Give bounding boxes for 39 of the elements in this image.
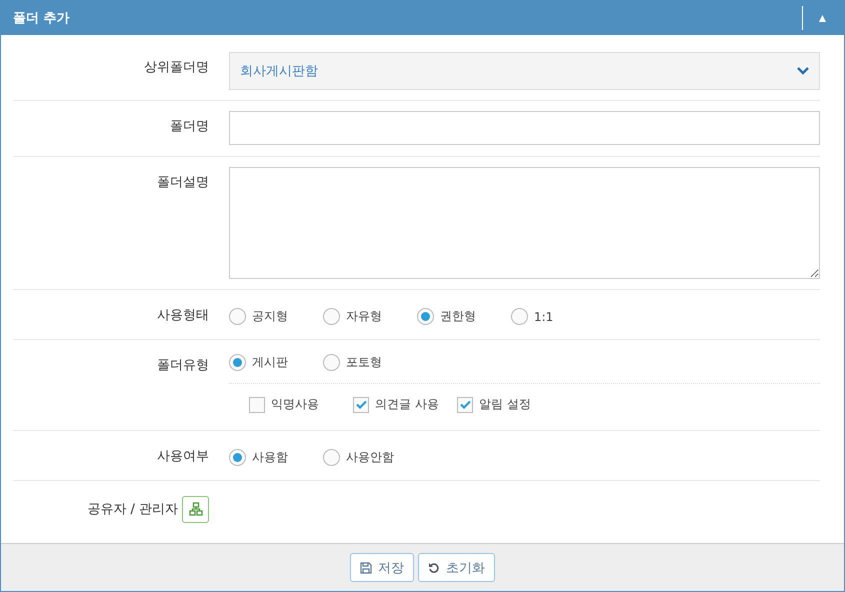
checkbox-option[interactable]: 알림 설정 bbox=[457, 396, 551, 413]
radio-option[interactable]: 게시판 bbox=[229, 354, 323, 371]
checkbox-option[interactable]: 의견글 사용 bbox=[353, 396, 447, 413]
field-label: 폴더설명 bbox=[156, 174, 209, 192]
radio-option[interactable]: 공지형 bbox=[229, 308, 323, 325]
checkbox-option[interactable]: 익명사용 bbox=[249, 396, 343, 413]
field-label: 폴더유형 bbox=[156, 357, 209, 375]
radio-option[interactable]: 포토형 bbox=[323, 354, 417, 371]
radio-button[interactable] bbox=[511, 308, 528, 325]
field-label: 사용여부 bbox=[156, 448, 209, 466]
field-label: 사용형태 bbox=[156, 307, 209, 325]
field-label: 공유자 / 관리자 bbox=[87, 501, 178, 518]
radio-option[interactable]: 사용함 bbox=[229, 449, 323, 466]
checkbox[interactable] bbox=[353, 396, 369, 412]
radio-option[interactable]: 자유형 bbox=[323, 308, 417, 325]
field-label: 상위폴더명 bbox=[143, 59, 209, 77]
org-chart-icon bbox=[188, 502, 202, 516]
radio-button[interactable] bbox=[323, 354, 340, 371]
checkbox[interactable] bbox=[457, 396, 473, 412]
reset-button[interactable]: 초기화 bbox=[418, 553, 495, 582]
radio-button[interactable] bbox=[229, 449, 246, 466]
radio-option[interactable]: 권한형 bbox=[417, 308, 511, 325]
folder-description-field[interactable] bbox=[229, 167, 820, 279]
radio-button[interactable] bbox=[323, 449, 340, 466]
radio-button[interactable] bbox=[417, 308, 434, 325]
radio-button[interactable] bbox=[229, 354, 246, 371]
radio-option[interactable]: 1:1 bbox=[511, 308, 605, 325]
radio-button[interactable] bbox=[323, 308, 340, 325]
parent-folder-select[interactable]: 회사게시판함 bbox=[229, 52, 820, 90]
panel-title: 폴더 추가 bbox=[13, 10, 70, 27]
chevron-down-icon bbox=[797, 67, 809, 75]
folder-name-field[interactable] bbox=[229, 111, 820, 145]
undo-icon bbox=[428, 562, 440, 574]
radio-button[interactable] bbox=[229, 308, 246, 325]
checkbox[interactable] bbox=[249, 396, 265, 412]
save-button[interactable]: 저장 bbox=[350, 553, 414, 582]
org-chart-button[interactable] bbox=[182, 496, 209, 522]
radio-option[interactable]: 사용안함 bbox=[323, 449, 417, 466]
field-label: 폴더명 bbox=[169, 118, 209, 136]
